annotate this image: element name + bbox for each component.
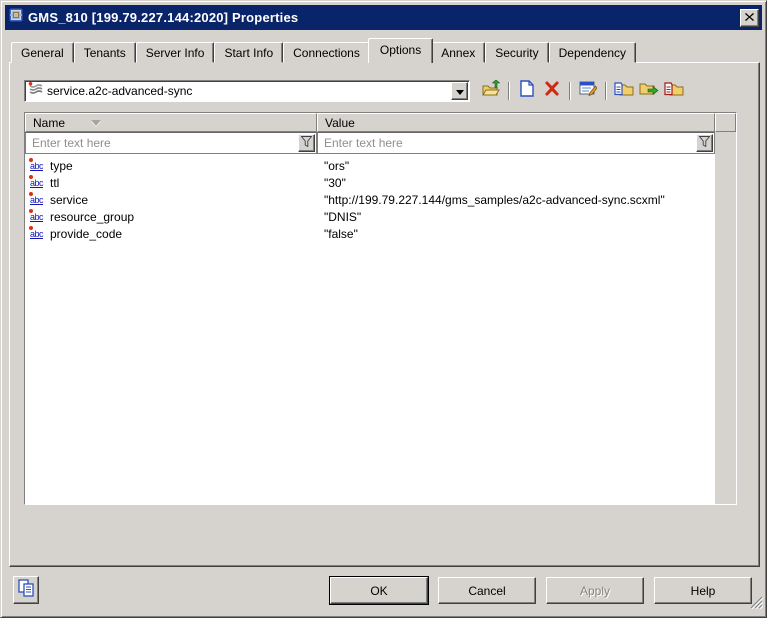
table-main: abctype "ors" abcttl "30" abcservice "ht… — [25, 132, 715, 504]
export-options-button[interactable] — [638, 81, 660, 101]
properties-dialog: GMS_810 [199.79.227.144:2020] Properties… — [0, 0, 767, 618]
section-dropdown[interactable]: service.a2c-advanced-sync — [24, 80, 470, 102]
column-header-value-label: Value — [325, 116, 355, 130]
option-row-ttl[interactable]: abcttl "30" — [25, 174, 715, 191]
abc-string-icon: abc — [29, 194, 46, 206]
filter-row — [25, 132, 715, 154]
option-row-service[interactable]: abc service "http://199.79.227.144/gms_sa… — [25, 191, 715, 208]
close-x-icon — [745, 12, 754, 24]
tab-options[interactable]: Options — [368, 38, 433, 63]
option-name: service — [50, 193, 88, 207]
abc-string-icon: abc — [29, 228, 46, 240]
import-document-folder-icon — [614, 80, 634, 102]
abc-string-icon: abc — [29, 211, 46, 223]
value-filter-button[interactable] — [696, 134, 713, 152]
funnel-filter-icon — [699, 134, 710, 152]
title-bar[interactable]: GMS_810 [199.79.227.144:2020] Properties — [5, 5, 762, 30]
option-value: "30" — [317, 176, 715, 190]
edit-option-button[interactable] — [577, 81, 599, 101]
ok-button[interactable]: OK — [330, 577, 428, 604]
option-name: type — [50, 159, 73, 173]
option-value: "http://199.79.227.144/gms_samples/a2c-a… — [317, 193, 715, 207]
option-value: "DNIS" — [317, 210, 715, 224]
resize-grip[interactable] — [750, 596, 763, 614]
option-name: provide_code — [50, 227, 122, 241]
name-filter-cell — [25, 132, 317, 154]
copy-button[interactable] — [13, 576, 39, 604]
help-button[interactable]: Help — [654, 577, 752, 604]
option-row-provide-code[interactable]: abc provide_code "false" — [25, 225, 715, 242]
abc-string-icon: abc — [29, 177, 46, 189]
tab-start-info[interactable]: Start Info — [214, 42, 283, 63]
toolbar-separator — [569, 82, 571, 100]
new-document-icon — [520, 80, 534, 102]
vertical-scrollbar-track[interactable] — [715, 132, 736, 504]
value-filter-cell — [317, 132, 715, 154]
tab-annex[interactable]: Annex — [431, 42, 485, 63]
window-title: GMS_810 [199.79.227.144:2020] Properties — [28, 10, 736, 25]
option-name: ttl — [50, 176, 59, 190]
edit-window-pencil-icon — [579, 81, 597, 102]
column-header-name-label: Name — [33, 116, 65, 130]
apply-button: Apply — [546, 577, 644, 604]
option-name: resource_group — [50, 210, 134, 224]
column-header-name[interactable]: Name — [25, 113, 317, 132]
toolbar-separator — [508, 82, 510, 100]
column-header-stub — [715, 113, 736, 132]
table-body: abctype "ors" abcttl "30" abcservice "ht… — [25, 132, 736, 504]
delete-red-x-icon — [544, 81, 560, 101]
options-list: abctype "ors" abcttl "30" abcservice "ht… — [25, 154, 715, 504]
export-folder-red-doc-icon — [664, 80, 684, 102]
option-value: "ors" — [317, 159, 715, 173]
name-filter-input[interactable] — [26, 136, 298, 150]
new-option-button[interactable] — [516, 81, 538, 101]
name-filter-button[interactable] — [298, 134, 315, 152]
close-button[interactable] — [740, 9, 759, 27]
option-value: "false" — [317, 227, 715, 241]
export-option-button[interactable] — [663, 81, 685, 101]
section-dropdown-value: service.a2c-advanced-sync — [47, 84, 447, 98]
tab-general[interactable]: General — [11, 42, 74, 63]
import-options-button[interactable] — [613, 81, 635, 101]
column-header-value[interactable]: Value — [317, 113, 715, 132]
options-table: Name Value — [24, 112, 737, 505]
chevron-down-icon — [456, 82, 464, 100]
section-stack-icon — [28, 82, 43, 100]
abc-string-icon: abc — [29, 160, 46, 172]
export-folder-green-arrow-icon — [639, 80, 659, 102]
tab-security[interactable]: Security — [485, 42, 548, 63]
table-header-row: Name Value — [25, 113, 736, 132]
tab-server-info[interactable]: Server Info — [136, 42, 215, 63]
dropdown-arrow-button[interactable] — [451, 82, 468, 100]
cancel-button[interactable]: Cancel — [438, 577, 536, 604]
value-filter-input[interactable] — [318, 136, 696, 150]
funnel-filter-icon — [301, 134, 312, 152]
section-toolbar-row: service.a2c-advanced-sync — [24, 80, 749, 102]
tab-strip: General Tenants Server Info Start Info C… — [11, 41, 636, 63]
tab-dependency[interactable]: Dependency — [549, 42, 636, 63]
open-folder-button[interactable] — [480, 81, 502, 101]
folder-up-arrow-icon — [482, 80, 501, 103]
dialog-buttons: OK Cancel Apply Help — [330, 577, 752, 604]
option-row-resource-group[interactable]: abc resource_group "DNIS" — [25, 208, 715, 225]
sort-arrow-down-icon — [91, 120, 101, 126]
delete-option-button[interactable] — [541, 81, 563, 101]
options-toolbar — [480, 81, 685, 101]
application-icon — [8, 7, 24, 28]
tab-connections[interactable]: Connections — [283, 42, 370, 63]
option-row-type[interactable]: abctype "ors" — [25, 157, 715, 174]
options-tab-page: service.a2c-advanced-sync — [9, 62, 760, 567]
copy-pages-icon — [18, 579, 35, 602]
tab-tenants[interactable]: Tenants — [74, 42, 136, 63]
toolbar-separator — [605, 82, 607, 100]
